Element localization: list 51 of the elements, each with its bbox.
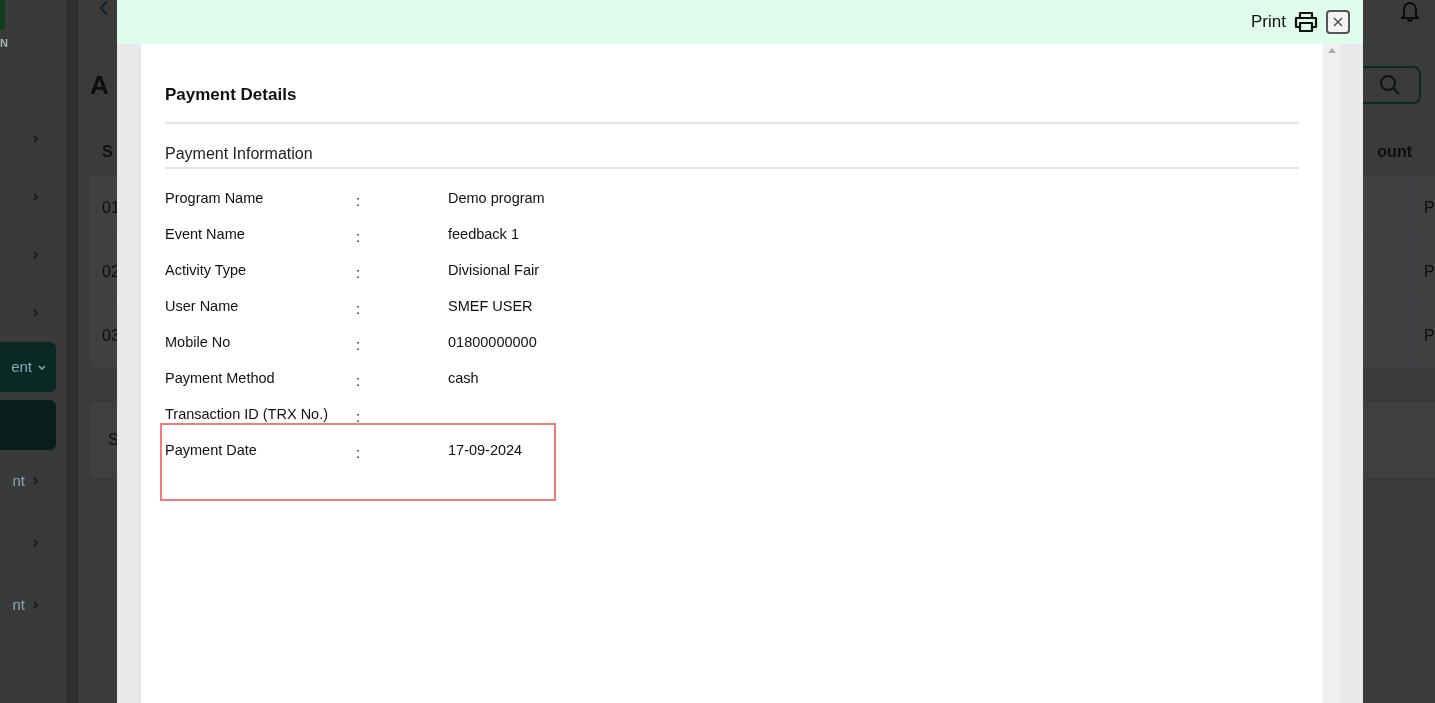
field-value: SMEF USER bbox=[448, 296, 533, 316]
search-icon bbox=[1379, 74, 1401, 96]
field-value: feedback 1 bbox=[448, 224, 519, 244]
sidebar-group[interactable]: ent bbox=[0, 342, 56, 392]
chevron-right-icon bbox=[33, 251, 38, 259]
logo-text: N bbox=[0, 37, 8, 49]
sidebar-item-label: nt bbox=[12, 470, 25, 491]
dialog-title: Payment Details bbox=[165, 82, 1299, 124]
separator: : bbox=[356, 336, 361, 353]
sidebar-item[interactable]: nt bbox=[0, 574, 66, 636]
field-label: Program Name bbox=[165, 189, 264, 206]
field-value: 17-09-2024 bbox=[448, 440, 523, 460]
separator: : bbox=[356, 300, 361, 317]
separator: : bbox=[356, 372, 361, 389]
field-label: Event Name bbox=[165, 225, 245, 242]
separator: : bbox=[356, 192, 361, 209]
chevron-right-icon bbox=[33, 193, 38, 201]
sidebar-item-label: nt bbox=[12, 594, 25, 615]
chevron-right-icon bbox=[33, 601, 38, 609]
field-value: Divisional Fair bbox=[448, 260, 540, 280]
close-icon bbox=[1333, 17, 1343, 27]
field-label: Activity Type bbox=[165, 261, 247, 278]
chevron-right-icon bbox=[33, 309, 38, 317]
sidebar-group[interactable] bbox=[0, 400, 56, 450]
separator: : bbox=[356, 444, 361, 461]
field-value: 01800000000 bbox=[448, 332, 537, 352]
separator: : bbox=[356, 408, 361, 425]
close-button[interactable] bbox=[1326, 10, 1350, 34]
field-value: cash bbox=[448, 368, 479, 388]
field-label: Payment Date bbox=[165, 441, 257, 458]
bell-icon[interactable] bbox=[1400, 0, 1420, 22]
field-label: Mobile No bbox=[165, 333, 231, 350]
separator: : bbox=[356, 264, 361, 281]
field-label: User Name bbox=[165, 297, 239, 314]
field-label: Transaction ID (TRX No.) bbox=[165, 405, 329, 422]
sidebar-item-label: ent bbox=[11, 356, 32, 377]
back-chevron-icon[interactable] bbox=[100, 0, 108, 16]
scrollbar[interactable] bbox=[1323, 44, 1340, 703]
printer-icon bbox=[1294, 11, 1318, 33]
chevron-down-icon bbox=[38, 364, 46, 370]
chevron-right-icon bbox=[33, 477, 38, 485]
field-value: Demo program bbox=[448, 188, 545, 208]
section-heading: Payment Information bbox=[165, 141, 1299, 169]
scroll-up-icon[interactable] bbox=[1327, 48, 1336, 53]
print-button[interactable]: Print bbox=[1251, 9, 1318, 35]
logo-mark bbox=[0, 0, 5, 30]
chevron-right-icon bbox=[33, 539, 38, 547]
field-label: Payment Method bbox=[165, 369, 275, 386]
chevron-right-icon bbox=[33, 135, 38, 143]
sidebar-item[interactable]: nt bbox=[0, 450, 66, 512]
separator: : bbox=[356, 228, 361, 245]
